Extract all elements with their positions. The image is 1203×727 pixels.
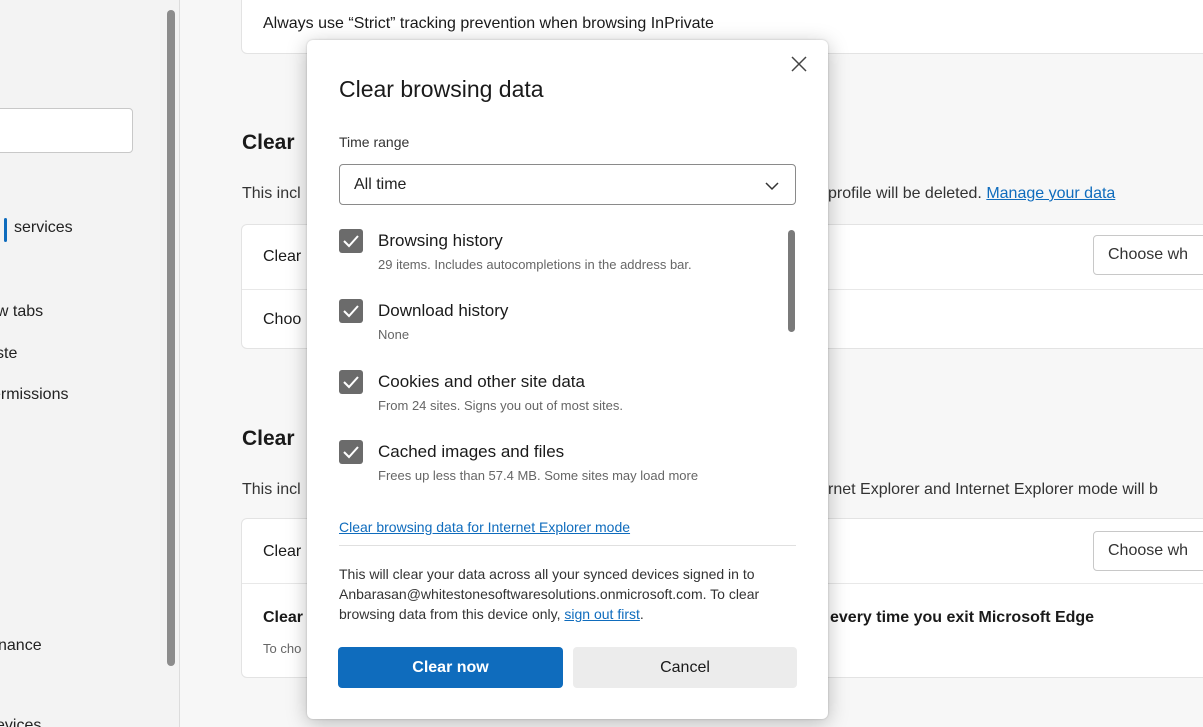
checkbox-browsing-history[interactable]: [339, 229, 363, 253]
sidebar-item-new-tabs[interactable]: ew tabs: [0, 303, 43, 321]
option-subtitle: From 24 sites. Signs you out of most sit…: [378, 398, 623, 413]
checkbox-cached-images[interactable]: [339, 440, 363, 464]
ie-choose-what-to-clear-button[interactable]: Choose wh: [1093, 531, 1203, 571]
checkbox-cookies[interactable]: [339, 370, 363, 394]
option-title: Download history: [378, 301, 509, 320]
section-heading-clear-data: Clear: [242, 131, 295, 154]
option-title: Browsing history: [378, 231, 503, 250]
option-subtitle: Frees up less than 57.4 MB. Some sites m…: [378, 468, 699, 483]
option-title: Cookies and other site data: [378, 372, 585, 391]
settings-search-input[interactable]: [0, 108, 133, 153]
ie-clear-on-exit-sub: To cho: [263, 641, 302, 656]
sidebar-item-site-permissions[interactable]: ermissions: [0, 386, 68, 404]
sidebar-item-privacy-services[interactable]: services: [14, 219, 73, 237]
sync-notice-text: This will clear your data across all you…: [339, 566, 760, 622]
section-heading-clear-ie: Clear: [242, 427, 295, 450]
dialog-divider: [339, 545, 796, 546]
checkmark-icon: [343, 376, 359, 389]
sidebar-item-devices[interactable]: evices: [0, 717, 41, 727]
checkbox-download-history[interactable]: [339, 299, 363, 323]
checkmark-icon: [343, 446, 359, 459]
ie-clear-on-exit-text: every time you exit Microsoft Edge: [830, 609, 1095, 626]
sidebar-item-performance[interactable]: nance: [0, 637, 42, 655]
ie-section-desc-left: This incl: [242, 481, 301, 498]
time-range-label: Time range: [339, 134, 410, 150]
ie-section-desc-right: rnet Explorer and Internet Explorer mode…: [828, 481, 1158, 498]
sidebar-active-indicator: [4, 218, 7, 242]
clear-ie-mode-data-link[interactable]: Clear browsing data for Internet Explore…: [339, 519, 630, 535]
clear-browsing-data-dialog: Clear browsing data Time range All time …: [307, 40, 828, 719]
time-range-value: All time: [354, 176, 407, 193]
checkmark-icon: [343, 235, 359, 248]
ie-clear-on-exit-label: Clear: [263, 609, 304, 626]
checkmark-icon: [343, 305, 359, 318]
sync-notice: This will clear your data across all you…: [339, 564, 809, 624]
close-icon[interactable]: [787, 52, 811, 76]
inprivate-strict-label: Always use “Strict” tracking prevention …: [263, 15, 714, 32]
ie-clear-row-label: Clear: [263, 543, 302, 560]
settings-sidebar: services ew tabs ste ermissions nance ev…: [0, 0, 180, 727]
options-scrollbar[interactable]: [788, 230, 795, 332]
section-desc-left: This incl: [242, 185, 301, 202]
sign-out-first-link[interactable]: sign out first: [564, 606, 639, 622]
choose-clear-on-close-row[interactable]: Choo: [263, 311, 301, 329]
cancel-button[interactable]: Cancel: [573, 647, 797, 688]
dialog-title: Clear browsing data: [339, 76, 544, 102]
option-subtitle: None: [378, 327, 410, 342]
sync-notice-end: .: [639, 606, 644, 622]
clear-now-row-label: Clear: [263, 248, 302, 265]
section-desc-right: profile will be deleted. Manage your dat…: [828, 185, 1115, 203]
sidebar-item-paste[interactable]: ste: [0, 345, 17, 363]
sidebar-scrollbar[interactable]: [167, 10, 175, 666]
time-range-select[interactable]: All time: [339, 164, 796, 205]
chevron-down-icon: [763, 177, 781, 195]
manage-your-data-link[interactable]: Manage your data: [986, 185, 1115, 202]
option-title: Cached images and files: [378, 442, 565, 461]
section-desc-text: profile will be deleted.: [828, 185, 982, 202]
clear-now-button[interactable]: Clear now: [338, 647, 563, 688]
choose-what-to-clear-button[interactable]: Choose wh: [1093, 235, 1203, 275]
option-subtitle: 29 items. Includes autocompletions in th…: [378, 257, 692, 272]
